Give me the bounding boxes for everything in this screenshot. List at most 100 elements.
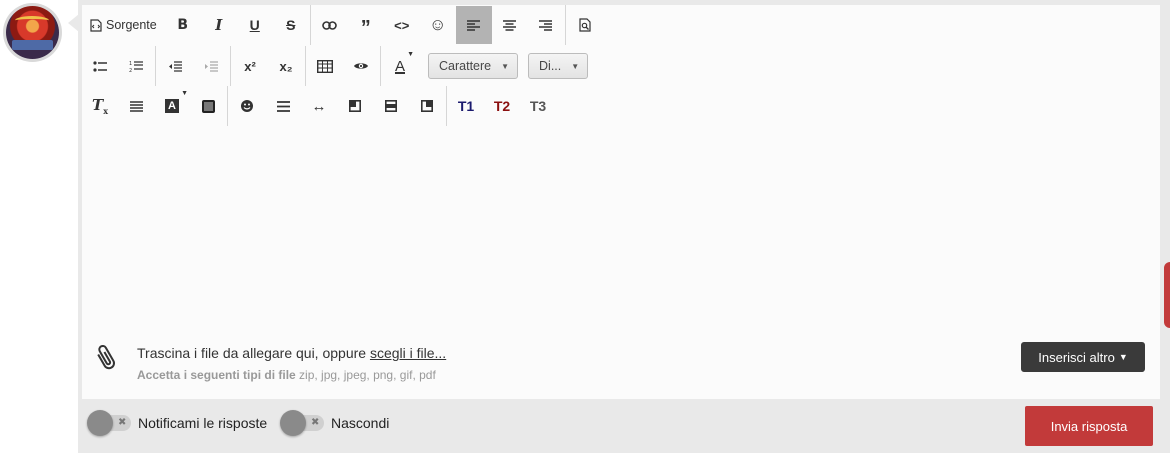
superscript-button[interactable]: x²: [232, 47, 268, 85]
source-label: Sorgente: [106, 18, 157, 32]
superscript-icon: x²: [244, 58, 256, 74]
bold-button[interactable]: B: [165, 6, 201, 44]
title-1-button[interactable]: T1: [448, 87, 484, 125]
toolbar-row-2: 12 x² x₂ A ▼ Carattere ▼ Di... ▼: [82, 46, 589, 86]
underline-icon: U: [249, 17, 260, 33]
toggle-knob: [87, 410, 113, 436]
lines-icon: [276, 100, 290, 112]
horizontal-arrows-icon: ↔: [311, 97, 327, 115]
table-button[interactable]: [307, 47, 343, 85]
justify-button[interactable]: [118, 87, 154, 125]
attach-text: Trascina i file da allegare qui, oppure: [137, 345, 370, 361]
emoji-icon: ☺: [429, 15, 447, 34]
indent-icon: [205, 60, 218, 72]
justify-icon: [129, 100, 143, 112]
title-2-icon: T2: [493, 98, 511, 114]
underline-button[interactable]: U: [237, 6, 273, 44]
paperclip-icon: [93, 343, 119, 379]
toolbar-separator: [227, 86, 228, 126]
horizontal-arrows-button[interactable]: ↔: [301, 87, 337, 125]
font-family-value: Carattere: [439, 59, 492, 73]
emoji-button[interactable]: ☺: [420, 6, 456, 44]
code-button[interactable]: <>: [384, 6, 420, 44]
toolbar-separator: [446, 86, 447, 126]
accepted-types-label: Accetta i seguenti tipi di file: [137, 368, 296, 382]
bold-icon: B: [177, 17, 189, 33]
send-reply-label: Invia risposta: [1050, 418, 1128, 434]
title-3-icon: T3: [529, 98, 547, 114]
dropdown-arrow-icon: ▼: [407, 51, 414, 58]
dropdown-arrow-icon: ▼: [181, 90, 188, 97]
align-center-icon: [503, 19, 517, 31]
clear-format-button[interactable]: Tx: [82, 87, 118, 125]
frame-top-right-icon: [421, 100, 433, 112]
subscript-button[interactable]: x₂: [268, 47, 304, 85]
box-button[interactable]: [190, 87, 226, 125]
spoiler-icon: [241, 100, 253, 112]
align-center-button[interactable]: [492, 6, 528, 44]
chevron-down-icon: ▼: [501, 61, 510, 71]
show-blocks-button[interactable]: [343, 47, 379, 85]
clear-format-icon: Tx: [92, 96, 108, 116]
frame-middle-icon: [385, 100, 397, 112]
preview-icon: [579, 18, 591, 32]
toolbar-row-3: Tx A ▼ ↔ T1 T2 T3: [82, 86, 556, 126]
font-family-select[interactable]: Carattere ▼: [428, 53, 519, 79]
insert-more-button[interactable]: Inserisci altro ▼: [1021, 342, 1145, 372]
quote-button[interactable]: ”: [348, 6, 384, 44]
strikethrough-icon: S: [286, 17, 296, 33]
svg-text:1: 1: [129, 61, 132, 67]
side-tab[interactable]: [1164, 262, 1170, 328]
strikethrough-button[interactable]: S: [273, 6, 309, 44]
align-left-icon: [467, 19, 481, 31]
avatar-frame: [3, 3, 62, 62]
background-color-button[interactable]: A ▼: [154, 87, 190, 125]
preview-button[interactable]: [567, 6, 603, 44]
link-button[interactable]: [312, 6, 348, 44]
toolbar-separator: [230, 46, 231, 86]
frame-top-left-button[interactable]: [337, 87, 373, 125]
toggle-knob: [280, 410, 306, 436]
quote-icon: ”: [360, 16, 371, 39]
send-reply-button[interactable]: Invia risposta: [1025, 406, 1153, 446]
title-3-button[interactable]: T3: [520, 87, 556, 125]
frame-middle-button[interactable]: [373, 87, 409, 125]
outdent-button[interactable]: [157, 47, 193, 85]
frame-top-right-button[interactable]: [409, 87, 445, 125]
insert-more-label: Inserisci altro: [1038, 349, 1115, 365]
font-size-select[interactable]: Di... ▼: [528, 53, 589, 79]
eye-icon: [354, 63, 368, 69]
italic-button[interactable]: I: [201, 6, 237, 44]
align-left-button[interactable]: [455, 6, 492, 44]
notify-toggle[interactable]: ✖: [87, 410, 131, 436]
toolbar-row-1: Sorgente B I U S ” <> ☺: [82, 5, 603, 45]
accepted-file-types: Accetta i seguenti tipi di file zip, jpg…: [137, 368, 436, 382]
indent-button[interactable]: [193, 47, 229, 85]
background-color-icon: A: [165, 99, 179, 113]
spoiler-button[interactable]: [229, 87, 265, 125]
outdent-icon: [169, 60, 182, 72]
font-size-value: Di...: [539, 59, 562, 73]
hide-toggle[interactable]: ✖: [280, 410, 324, 436]
lines-button[interactable]: [265, 87, 301, 125]
bulleted-list-button[interactable]: [82, 47, 118, 85]
caret-down-icon: ▼: [1118, 352, 1128, 362]
align-right-button[interactable]: [528, 6, 564, 44]
title-2-button[interactable]: T2: [484, 87, 520, 125]
align-right-icon: [539, 19, 553, 31]
choose-files-link[interactable]: scegli i file...: [370, 345, 446, 361]
toolbar-separator: [380, 46, 381, 86]
svg-text:2: 2: [129, 68, 132, 72]
avatar[interactable]: [6, 6, 59, 59]
toolbar-separator: [155, 46, 156, 86]
editor-area[interactable]: Sorgente B I U S ” <> ☺ 1 2 x² x₂ A ▼ Ca…: [82, 5, 1160, 399]
hide-label: Nascondi: [331, 415, 390, 431]
toolbar-separator: [305, 46, 306, 86]
numbered-list-icon: 12: [129, 61, 143, 72]
source-button[interactable]: Sorgente: [82, 6, 165, 44]
font-color-button[interactable]: A ▼: [382, 47, 418, 85]
numbered-list-button[interactable]: 12: [118, 47, 154, 85]
italic-icon: I: [215, 16, 223, 34]
toolbar-separator: [564, 5, 566, 45]
title-1-icon: T1: [457, 98, 475, 114]
